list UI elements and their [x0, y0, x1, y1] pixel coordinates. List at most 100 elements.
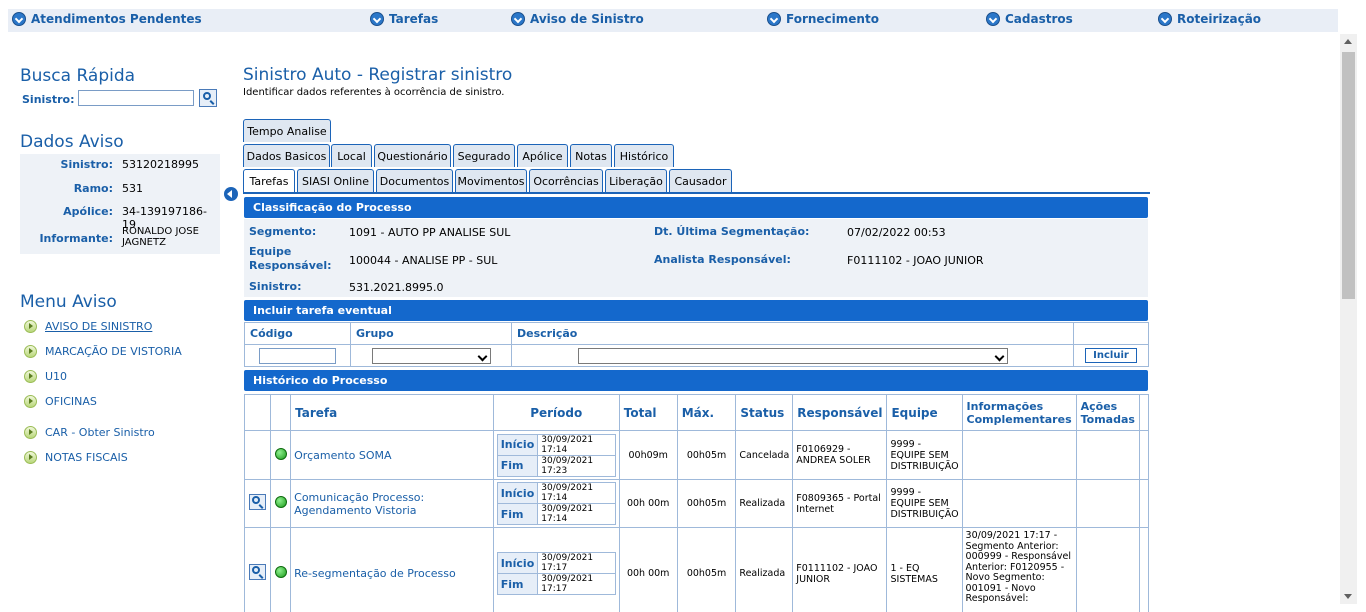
max-cell: 00h05m [676, 430, 737, 480]
tab-notas[interactable]: Notas [570, 144, 612, 167]
nav-label: Atendimentos Pendentes [31, 12, 202, 26]
view-details-button[interactable] [249, 564, 267, 580]
equipe-cell: 9999 - EQUIPE SEM DISTRIBUIÇÃO [886, 479, 963, 528]
nav-tarefas[interactable]: Tarefas [370, 12, 438, 26]
nav-fornecimento[interactable]: Fornecimento [767, 12, 879, 26]
inicio-label: Início [496, 552, 539, 574]
historico-table: Tarefa Período Total Máx. Status Respons… [243, 394, 1149, 612]
inicio-label: Início [496, 433, 539, 456]
codigo-cell [244, 344, 351, 367]
collapse-sidebar-button[interactable] [224, 187, 238, 201]
incluir-cell: Incluir [1073, 344, 1149, 367]
tab-tarefas[interactable]: Tarefas [243, 169, 295, 192]
codigo-input[interactable] [259, 347, 336, 364]
classificacao-panel: Segmento: 1091 - AUTO PP ANALISE SUL Equ… [244, 219, 1148, 297]
tab-siasi-online[interactable]: SIASI Online [297, 169, 374, 192]
scroll-down-icon[interactable] [1344, 594, 1352, 599]
dt-segmentacao-value: 07/02/2022 00:53 [847, 226, 946, 239]
equipe-value: 100044 - ANALISE PP - SUL [349, 254, 498, 267]
menu-oficinas[interactable]: OFICINAS [24, 395, 97, 408]
menu-label: NOTAS FISCAIS [45, 451, 128, 464]
top-navigation: Atendimentos Pendentes Tarefas Aviso de … [8, 9, 1338, 32]
tab-ocorrencias[interactable]: Ocorrências [529, 169, 603, 192]
arrow-right-icon [24, 451, 37, 464]
search-icon [252, 566, 261, 574]
nav-aviso-de-sinistro[interactable]: Aviso de Sinistro [511, 12, 644, 26]
dado-label: Sinistro: [60, 158, 113, 171]
tab-questionario[interactable]: Questionário [374, 144, 451, 167]
info-cell [961, 479, 1077, 528]
total-cell: 00h 00m [618, 479, 678, 528]
tarefa-link[interactable]: Re-segmentação de Processo [294, 567, 456, 580]
extra-cell [1139, 527, 1149, 612]
tab-movimentos[interactable]: Movimentos [455, 169, 527, 192]
equipe-label: Equipe Responsável: [249, 245, 332, 272]
busca-search-button[interactable] [199, 89, 217, 107]
col-acoes: Ações Tomadas [1075, 394, 1141, 431]
search-icon [203, 92, 211, 100]
view-details-button[interactable] [249, 494, 267, 510]
col-periodo: Período [492, 394, 620, 431]
info-cell [961, 430, 1077, 480]
scroll-up-icon[interactable] [1344, 39, 1352, 44]
menu-aviso-de-sinistro[interactable]: AVISO DE SINISTRO [24, 320, 152, 333]
tab-underline [243, 192, 1150, 194]
tab-documentos[interactable]: Documentos [376, 169, 453, 192]
nav-cadastros[interactable]: Cadastros [986, 12, 1073, 26]
zoom-cell [243, 430, 272, 480]
dado-label: Informante: [39, 232, 113, 245]
menu-car-obter-sinistro[interactable]: CAR - Obter Sinistro [24, 426, 155, 439]
inicio-value: 30/09/2021 17:14 [537, 482, 616, 504]
busca-rapida-title: Busca Rápida [20, 66, 136, 86]
nav-label: Fornecimento [786, 12, 879, 26]
dados-aviso-title: Dados Aviso [20, 132, 124, 152]
grupo-select[interactable] [371, 347, 491, 364]
equipe-cell: 9999 - EQUIPE SEM DISTRIBUIÇÃO [886, 430, 963, 480]
tarefa-link[interactable]: Comunicação Processo: Agendamento Vistor… [294, 491, 424, 517]
col-grupo: Grupo [350, 322, 512, 345]
incluir-button[interactable]: Incluir [1085, 348, 1137, 363]
search-icon [252, 496, 261, 504]
status-green-icon [274, 447, 287, 460]
scroll-thumb[interactable] [1342, 52, 1355, 299]
tab-apolice[interactable]: Apólice [517, 144, 568, 167]
col-codigo: Código [244, 322, 351, 345]
equipe-cell: 1 - EQ SISTEMAS [886, 527, 963, 612]
menu-u10[interactable]: U10 [24, 370, 67, 383]
menu-label: MARCAÇÃO DE VISTORIA [45, 345, 182, 358]
tab-liberacao[interactable]: Liberação [605, 169, 667, 192]
nav-atendimentos-pendentes[interactable]: Atendimentos Pendentes [12, 12, 202, 26]
col-info: Informações Complementares [961, 394, 1077, 431]
menu-label: AVISO DE SINISTRO [45, 320, 153, 333]
dado-sinistro-value: 53120218995 [122, 158, 199, 171]
dado-label: Ramo: [73, 182, 113, 195]
descricao-select[interactable] [577, 347, 1008, 364]
tab-dados-basicos[interactable]: Dados Basicos [243, 144, 330, 167]
busca-sinistro-input[interactable] [78, 90, 194, 106]
tab-segurado[interactable]: Segurado [453, 144, 515, 167]
sinistro-label: Sinistro: [249, 280, 302, 293]
periodo-cell: Início 30/09/2021 17:14 Fim 30/09/2021 17:… [492, 430, 620, 480]
extra-cell [1139, 479, 1149, 528]
vertical-scrollbar[interactable] [1340, 34, 1357, 604]
periodo-cell: Início 30/09/2021 17:14 Fim 30/09/2021 17:… [492, 479, 620, 528]
col-responsavel: Responsável [792, 394, 888, 431]
table-row: Comunicação Processo: Agendamento Vistor… [243, 479, 1149, 528]
incluir-table: Código Grupo Descrição Incluir [244, 322, 1149, 367]
extra-cell [1139, 430, 1149, 480]
nav-roteirizacao[interactable]: Roteirização [1158, 12, 1261, 26]
menu-label: OFICINAS [45, 395, 97, 408]
tab-causador[interactable]: Causador [669, 169, 732, 192]
tab-tempo-analise[interactable]: Tempo Analise [243, 119, 331, 142]
dado-ramo-value: 531 [122, 182, 143, 195]
analista-label: Analista Responsável: [654, 253, 791, 266]
arrow-right-icon [24, 320, 37, 333]
tab-local[interactable]: Local [331, 144, 372, 167]
menu-marcacao-de-vistoria[interactable]: MARCAÇÃO DE VISTORIA [24, 345, 182, 358]
tab-historico[interactable]: Histórico [614, 144, 674, 167]
tarefa-link[interactable]: Orçamento SOMA [294, 449, 391, 462]
chevron-down-icon [986, 12, 1000, 26]
periodo-table: Início 30/09/2021 17:14 Fim 30/09/2021 17:… [496, 433, 616, 477]
col-status-dot [270, 394, 292, 431]
menu-notas-fiscais[interactable]: NOTAS FISCAIS [24, 451, 128, 464]
